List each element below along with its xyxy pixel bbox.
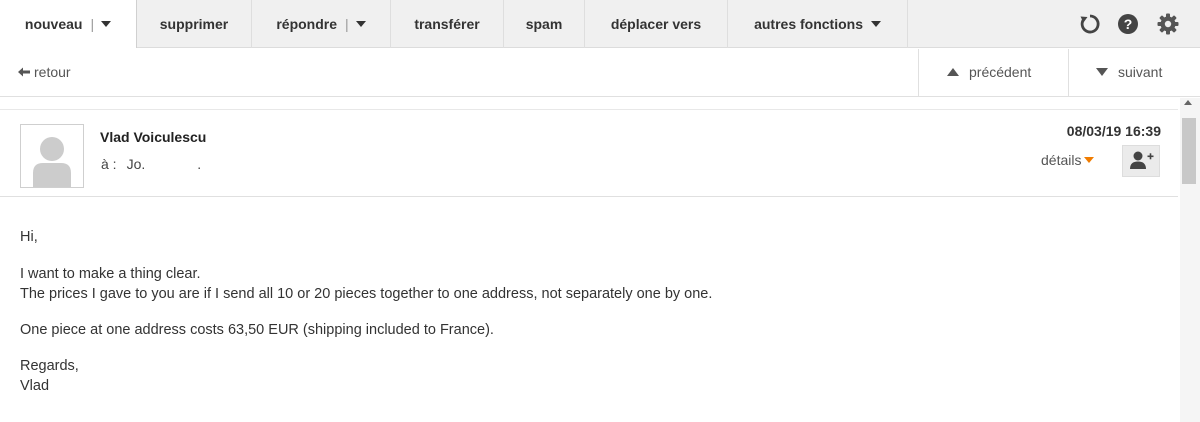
svg-text:?: ? [1124,16,1133,32]
back-link[interactable]: retour [18,64,71,80]
sender-name: Vlad Voiculescu [100,129,207,145]
add-contact-button[interactable] [1122,145,1160,177]
details-label: détails [1041,152,1082,168]
body-line-1: I want to make a thing clear. [20,266,201,282]
move-to-button[interactable]: déplacer vers [585,0,728,48]
vertical-scrollbar[interactable] [1180,98,1200,422]
body-line-2: The prices I gave to you are if I send a… [20,286,713,302]
recipient-line: à : Jo.. [101,156,201,172]
new-button[interactable]: nouveau | [0,0,137,48]
avatar [20,124,84,188]
next-button[interactable]: suivant [1068,49,1188,96]
to-label: à : [101,156,117,172]
add-contact-icon [1130,151,1154,169]
body-signature: Vlad [20,378,50,394]
recipient-trailing: . [197,156,202,172]
spam-button[interactable]: spam [504,0,585,48]
toolbar: nouveau | supprimer répondre | transférer … [0,0,1200,48]
more-actions-button[interactable]: autres fonctions [728,0,908,48]
body-closing: Regards, [20,358,79,374]
more-actions-label: autres fonctions [754,16,863,32]
arrow-up-icon [947,68,959,77]
reply-button[interactable]: répondre | [252,0,391,48]
scroll-up-icon[interactable] [1184,100,1192,105]
message-date: 08/03/19 16:39 [1066,123,1161,139]
body-line-3: One piece at one address costs 63,50 EUR… [20,322,494,338]
help-icon[interactable]: ? [1117,13,1139,35]
reply-dropdown-icon[interactable] [355,21,366,28]
navigation-bar: retour précédent suivant [0,49,1200,97]
default-avatar-icon [33,137,71,187]
spam-label: spam [525,16,563,32]
message-body: Hi, I want to make a thing clear. The pr… [20,227,1170,396]
reply-label: répondre [276,16,338,32]
arrow-left-icon [18,67,30,77]
settings-icon[interactable] [1157,13,1179,35]
recipient-value: Jo. [126,156,146,172]
new-dropdown-icon[interactable] [101,21,112,28]
arrow-down-icon [1096,68,1108,77]
refresh-icon[interactable] [1079,13,1101,35]
new-label: nouveau [24,16,83,32]
forward-label: transférer [414,16,480,32]
next-label: suivant [1118,64,1163,80]
previous-label: précédent [969,64,1032,80]
move-to-label: déplacer vers [610,16,702,32]
details-dropdown-icon [1084,157,1095,164]
message-header: Vlad Voiculescu à : Jo.. 08/03/19 16:39 d… [0,109,1178,197]
delete-label: supprimer [159,16,229,32]
forward-button[interactable]: transférer [391,0,504,48]
details-toggle[interactable]: détails [1041,152,1095,168]
scroll-thumb[interactable] [1182,118,1196,184]
reply-separator: | [345,16,349,32]
previous-button[interactable]: précédent [918,49,1068,96]
new-separator: | [90,16,95,32]
body-greeting: Hi, [20,229,38,245]
delete-button[interactable]: supprimer [137,0,252,48]
more-actions-dropdown-icon [870,21,881,28]
back-label: retour [34,64,71,80]
